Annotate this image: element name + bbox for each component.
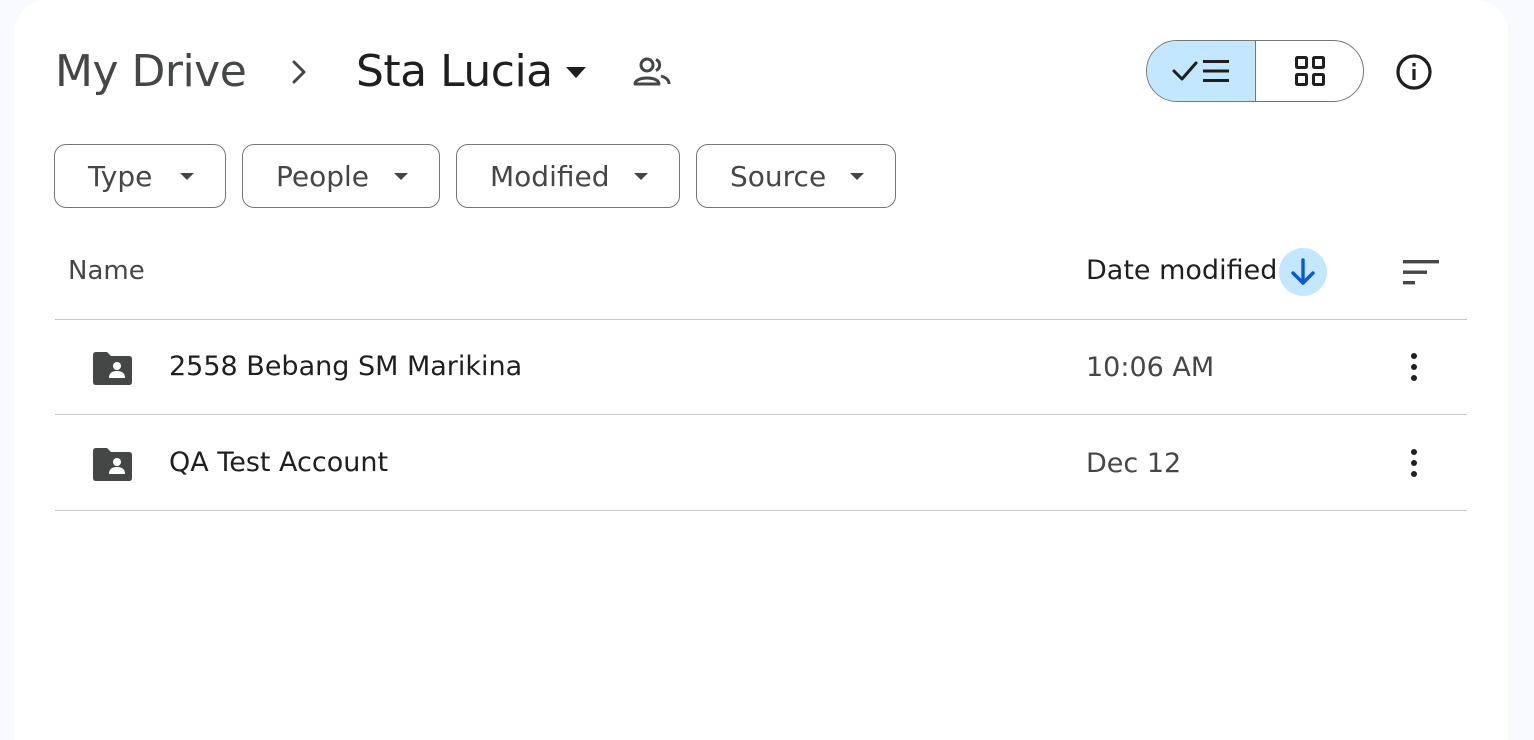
breadcrumb-my-drive[interactable]: My Drive <box>55 44 247 100</box>
sort-direction-button[interactable] <box>1279 248 1327 296</box>
more-vert-icon <box>1411 449 1417 477</box>
more-actions-button[interactable] <box>1395 443 1433 483</box>
filter-people-label: People <box>276 159 370 193</box>
filter-type-label: Type <box>88 159 153 193</box>
caret-down-icon <box>394 173 408 180</box>
caret-down-icon <box>850 173 864 180</box>
chevron-right-icon <box>292 60 306 84</box>
table-row[interactable]: QA Test Account Dec 12 <box>55 416 1467 511</box>
row-date-modified: 10:06 AM <box>1086 352 1215 383</box>
column-header-date-modified[interactable]: Date modified <box>1086 255 1277 286</box>
arrow-down-icon <box>1291 258 1315 285</box>
grid-view-button[interactable] <box>1256 41 1363 101</box>
shared-folder-icon <box>93 448 132 481</box>
row-name[interactable]: QA Test Account <box>169 447 388 478</box>
more-actions-button[interactable] <box>1395 347 1433 387</box>
shared-folder-icon <box>93 352 132 385</box>
filter-source-chip[interactable]: Source <box>696 144 896 208</box>
caret-down-icon <box>634 173 648 180</box>
people-icon[interactable] <box>632 54 672 90</box>
row-divider <box>55 510 1467 511</box>
filter-people-chip[interactable]: People <box>242 144 440 208</box>
row-name[interactable]: 2558 Bebang SM Marikina <box>169 351 522 382</box>
row-date-modified: Dec 12 <box>1086 448 1182 479</box>
grid-icon <box>1294 56 1325 86</box>
view-toggle <box>1146 40 1364 102</box>
table-row[interactable]: 2558 Bebang SM Marikina 10:06 AM <box>55 320 1467 415</box>
filter-source-label: Source <box>730 159 827 193</box>
sort-lines-icon[interactable] <box>1398 254 1444 290</box>
list-view-button[interactable] <box>1147 41 1256 101</box>
check-list-icon <box>1172 60 1229 82</box>
caret-down-icon <box>180 173 194 180</box>
column-header-name[interactable]: Name <box>68 256 145 286</box>
caret-down-icon[interactable] <box>562 60 590 84</box>
filter-modified-chip[interactable]: Modified <box>456 144 680 208</box>
info-icon[interactable] <box>1392 50 1436 94</box>
breadcrumb-current-folder[interactable]: Sta Lucia <box>356 44 553 100</box>
filter-modified-label: Modified <box>490 159 610 193</box>
row-divider <box>55 414 1467 415</box>
filter-type-chip[interactable]: Type <box>54 144 226 208</box>
more-vert-icon <box>1411 353 1417 381</box>
